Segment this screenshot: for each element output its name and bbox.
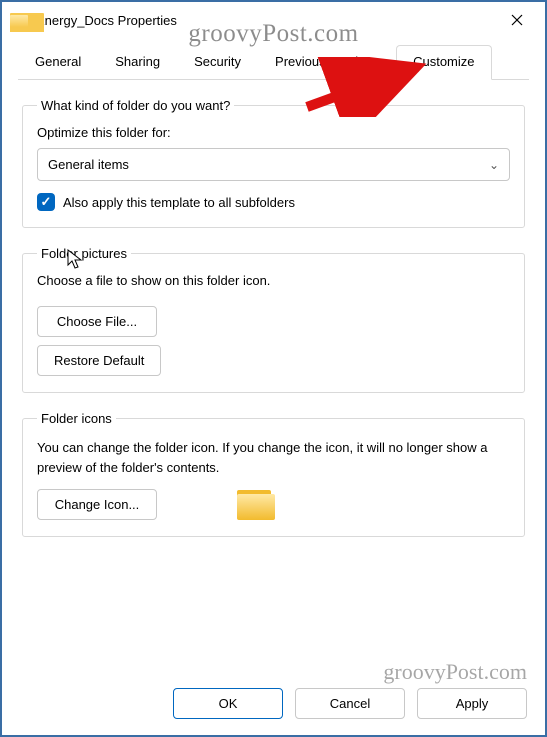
choose-file-button[interactable]: Choose File... [37,306,157,337]
group-folder-pictures: Folder pictures Choose a file to show on… [22,246,525,393]
tab-sharing[interactable]: Sharing [98,45,177,80]
chevron-down-icon: ⌄ [489,158,499,172]
folder-preview-icon [237,490,275,520]
subfolders-checkbox[interactable]: ✓ [37,193,55,211]
close-icon [511,14,523,26]
watermark-bottom: groovyPost.com [383,659,527,685]
group-folder-icons-legend: Folder icons [37,411,116,426]
ok-button[interactable]: OK [173,688,283,719]
folder-icon [10,13,28,27]
cancel-button[interactable]: Cancel [295,688,405,719]
restore-default-button[interactable]: Restore Default [37,345,161,376]
apply-button[interactable]: Apply [417,688,527,719]
subfolders-checkbox-label: Also apply this template to all subfolde… [63,195,295,210]
tab-security[interactable]: Security [177,45,258,80]
optimize-combobox[interactable]: General items ⌄ [37,148,510,181]
close-button[interactable] [497,6,537,34]
group-optimize-legend: What kind of folder do you want? [37,98,234,113]
group-folder-pictures-legend: Folder pictures [37,246,131,261]
tab-previous-versions[interactable]: Previous Versions [258,45,396,80]
tab-general[interactable]: General [18,45,98,80]
dialog-buttons: OK Cancel Apply [173,688,527,719]
change-icon-button[interactable]: Change Icon... [37,489,157,520]
tab-customize[interactable]: Customize [396,45,491,80]
title-bar: Energy_Docs Properties [2,2,545,38]
tab-bar: General Sharing Security Previous Versio… [18,44,529,80]
folder-icons-desc: You can change the folder icon. If you c… [37,438,510,477]
folder-pictures-desc: Choose a file to show on this folder ico… [37,273,510,288]
optimize-label: Optimize this folder for: [37,125,510,140]
optimize-combobox-value: General items [48,157,129,172]
group-folder-icons: Folder icons You can change the folder i… [22,411,525,537]
window-title: Energy_Docs Properties [36,13,177,28]
group-optimize: What kind of folder do you want? Optimiz… [22,98,525,228]
